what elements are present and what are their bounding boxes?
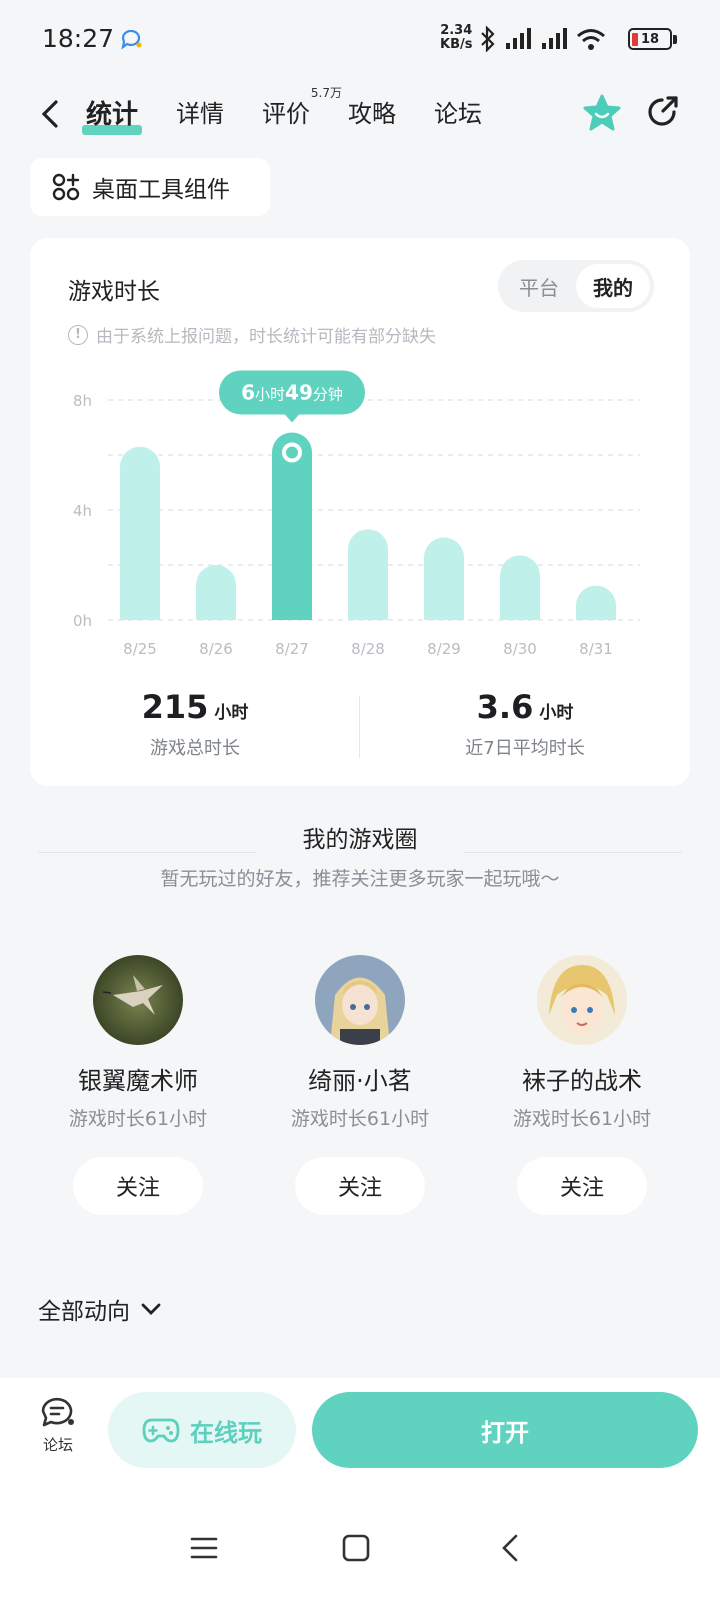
desktop-widget-button[interactable]: 桌面工具组件 [30,158,270,216]
x-tick-label: 8/26 [199,640,233,658]
user-playtime: 游戏时长61小时 [290,1108,430,1130]
tooltip-pointer [284,413,300,423]
forum-icon [41,1397,74,1427]
chart-bar [424,537,464,620]
game-circle-subtitle: 暂无玩过的好友，推荐关注更多玩家一起玩哦～ [160,868,560,890]
chart-bar [500,555,540,620]
y-tick-label: 8h [73,392,92,410]
user-card: 袜子的战术 游戏时长61小时 关注 [482,955,682,1215]
menu-icon [190,1537,218,1559]
back-button[interactable] [32,92,68,136]
y-tick-label: 0h [73,612,92,630]
wifi-icon [577,29,605,50]
chart-bar [120,446,160,620]
user-playtime: 游戏时长61小时 [512,1108,652,1130]
user-card: 绮丽·小茗 游戏时长61小时 关注 [260,955,460,1215]
play-online-button[interactable]: 在线玩 [108,1392,296,1468]
x-tick-label: 8/30 [503,640,537,658]
signal-icon [506,28,531,49]
chevron-left-icon [502,1534,518,1562]
total-playtime: 215 小时 游戏总时长 [141,688,249,759]
x-tick-label: 8/27 [275,640,309,658]
playtime-card: 游戏时长 平台 我的 ! 由于系统上报问题，时长统计可能有部分缺失 0h 4h 8h… [30,238,690,786]
user-playtime: 游戏时长61小时 [68,1108,208,1130]
x-tick-label: 8/29 [427,640,461,658]
user-name: 银翼魔术师 [78,1067,198,1095]
status-icons [480,26,606,52]
recent-apps-button[interactable] [190,1536,218,1564]
user-card: 银翼魔术师 游戏时长61小时 关注 [38,955,238,1215]
tab-details[interactable]: 详情 [174,94,226,131]
gamepad-icon [142,1418,180,1443]
playtime-chart: 0h4h8h8/25 8/26 8/276小时49分钟8/28 8/29 8/30 8/3… [73,370,640,658]
tab-forum[interactable]: 论坛 [432,94,484,131]
tab-bar: 统计 详情 评价 5.7万 攻略 论坛 [81,86,484,135]
x-tick-label: 8/31 [579,640,613,658]
tab-stats[interactable]: 统计 [81,94,143,135]
review-count-badge: 5.7万 [310,86,343,100]
network-speed: 2.34 KB/s [440,23,473,52]
widget-button-label: 桌面工具组件 [92,177,230,203]
share-icon [648,96,678,126]
message-icon [120,29,142,54]
widgets-icon [52,173,80,201]
share-button[interactable] [644,94,680,134]
avatar[interactable] [93,955,183,1045]
feed-filter[interactable]: 全部动向 [38,1292,162,1326]
chart-bar [196,565,236,620]
game-circle-title: 我的游戏圈 [302,827,418,853]
x-tick-label: 8/28 [351,640,385,658]
x-tick-label: 8/25 [123,640,157,658]
forum-label: 论坛 [42,1436,73,1454]
avatar[interactable] [537,955,627,1045]
playtime-stats: 215 小时 游戏总时长 3.6 小时 近7日平均时长 [30,688,690,788]
average-playtime: 3.6 小时 近7日平均时长 [465,688,585,759]
battery-icon: 18 [628,28,672,50]
favorite-button[interactable] [582,94,622,136]
user-name: 绮丽·小茗 [308,1067,412,1095]
home-button[interactable] [342,1534,370,1566]
signal-icon [542,28,567,49]
follow-button[interactable]: 关注 [73,1157,203,1215]
forum-button[interactable]: 论坛 [34,1396,82,1455]
system-back-button[interactable] [500,1534,520,1566]
chevron-down-icon [141,1303,161,1315]
chart-bar [576,585,616,620]
status-time: 18:27 [42,24,115,53]
open-game-button[interactable]: 打开 [312,1392,698,1468]
tab-reviews[interactable]: 评价 5.7万 [260,86,342,131]
bluetooth-icon [481,26,495,52]
home-square-icon [342,1534,370,1562]
chevron-left-icon [41,100,58,128]
y-tick-label: 4h [73,502,92,520]
chart-bar [348,529,388,620]
tab-guides[interactable]: 攻略 [346,94,398,131]
follow-button[interactable]: 关注 [517,1157,647,1215]
user-name: 袜子的战术 [522,1067,642,1095]
star-face-icon [583,94,621,131]
avatar[interactable] [315,955,405,1045]
follow-button[interactable]: 关注 [295,1157,425,1215]
